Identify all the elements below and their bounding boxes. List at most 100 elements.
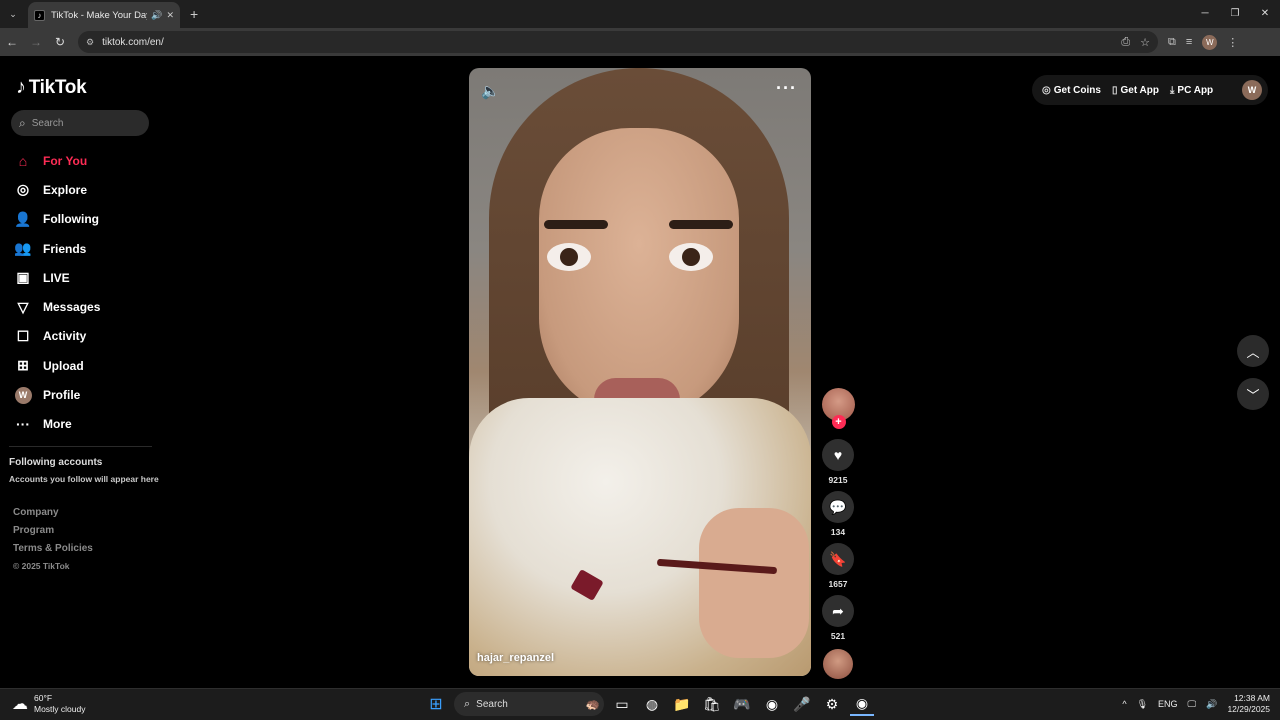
next-video-button[interactable]: ﹀ <box>1237 378 1269 410</box>
sidebar-divider <box>9 446 152 447</box>
windows-start-icon[interactable]: ⊞ <box>424 692 448 716</box>
back-icon[interactable]: ← <box>0 35 24 49</box>
search-icon: ⌕ <box>464 697 471 710</box>
music-disc-avatar[interactable] <box>823 649 853 679</box>
browser-tab[interactable]: ♪ TikTok - Make Your Day 🔊 ✕ <box>28 2 180 28</box>
video-author-name[interactable]: hajar_repanzel <box>477 652 554 664</box>
sidebar-item-following[interactable]: 👤 Following <box>14 205 154 234</box>
avatar[interactable]: W <box>1242 80 1262 100</box>
sidebar-item-more[interactable]: ··· More <box>14 410 154 439</box>
clock[interactable]: 12:38 AM 12/29/2025 <box>1227 693 1270 715</box>
sidebar-item-profile[interactable]: W Profile <box>14 380 154 409</box>
search-highlight-icon: 🦔 <box>585 697 600 711</box>
weather-widget[interactable]: ☁ 60°F Mostly cloudy <box>12 693 86 715</box>
kebab-menu-icon[interactable]: ⋮ <box>1227 36 1238 49</box>
pc-app-button[interactable]: ⤓ PC App <box>1170 85 1213 96</box>
like-button[interactable]: ♥ <box>822 439 854 471</box>
close-window-icon[interactable]: ✕ <box>1250 0 1280 28</box>
browser-profile-avatar[interactable]: W <box>1202 34 1218 50</box>
reload-icon[interactable]: ↻ <box>48 35 72 49</box>
discord-icon[interactable]: 🎮 <box>730 692 754 716</box>
site-info-icon[interactable]: ⚙ <box>86 37 94 48</box>
sidebar-item-for-you[interactable]: ⌂ For You <box>14 146 154 175</box>
upload-icon: ⊞ <box>17 357 29 374</box>
footer-link-program[interactable]: Program <box>13 525 93 543</box>
comment-count: 134 <box>830 527 846 537</box>
sidebar-item-live[interactable]: ▣ LIVE <box>14 263 154 292</box>
sidebar-item-label: Profile <box>43 388 81 403</box>
footer-link-terms[interactable]: Terms & Policies <box>13 543 93 561</box>
language-indicator[interactable]: ENG <box>1158 699 1178 709</box>
user-follow-icon: 👤 <box>14 210 32 227</box>
creator-avatar[interactable]: + <box>821 388 855 429</box>
star-icon[interactable]: ☆ <box>1140 36 1150 49</box>
extensions-icon[interactable]: ⧉ <box>1168 36 1176 49</box>
sidebar-item-activity[interactable]: ☐ Activity <box>14 322 154 351</box>
media-controls-icon[interactable]: ≡ <box>1186 36 1192 48</box>
share-button[interactable]: ➦ <box>822 595 854 627</box>
speaker-icon[interactable]: 🔊 <box>151 10 162 21</box>
previous-video-button[interactable]: ︿ <box>1237 335 1269 367</box>
volume-icon[interactable]: 🔊 <box>1206 699 1217 710</box>
sidebar-nav: ⌂ For You ◎ Explore 👤 Following 👥 Friend… <box>14 146 154 439</box>
friends-icon: 👥 <box>14 240 32 257</box>
live-icon: ▣ <box>16 269 30 286</box>
recorder-icon[interactable]: 🎤 <box>790 692 814 716</box>
sidebar-item-messages[interactable]: ▽ Messages <box>14 292 154 321</box>
store-icon[interactable]: 🛍 <box>700 692 724 716</box>
more-options-icon[interactable]: ··· <box>776 78 797 99</box>
tiktok-page: ♪ TikTok ⌕ ⌂ For You ◎ Explore 👤 Followi… <box>0 56 1280 688</box>
url-text: tiktok.com/en/ <box>102 36 164 48</box>
save-count: 1657 <box>828 579 848 589</box>
clock-date: 12/29/2025 <box>1227 704 1270 714</box>
sidebar-item-friends[interactable]: 👥 Friends <box>14 234 154 263</box>
app-icon[interactable]: ⚙ <box>820 692 844 716</box>
maximize-icon[interactable]: ❐ <box>1220 0 1250 28</box>
sidebar-item-label: Explore <box>43 182 88 197</box>
network-icon[interactable]: 🖵 <box>1188 699 1197 710</box>
footer-link-company[interactable]: Company <box>13 507 93 525</box>
video-player[interactable]: 🔈 ··· hajar_repanzel <box>469 68 811 676</box>
coin-icon: ◎ <box>1042 84 1051 96</box>
save-button[interactable]: 🔖 <box>822 543 854 575</box>
phone-icon: ▯ <box>1111 84 1118 96</box>
chevron-up-icon[interactable]: ^ <box>1122 699 1126 709</box>
install-app-icon[interactable]: ⎙ <box>1121 36 1130 49</box>
sidebar-item-upload[interactable]: ⊞ Upload <box>14 351 154 380</box>
tiktok-logo[interactable]: ♪ TikTok <box>16 76 87 99</box>
taskbar-apps: ⊞ ⌕ Search 🦔 ▭ ◍ 📁 🛍 🎮 ◉ 🎤 ⚙ ◉ <box>424 692 874 716</box>
edge-icon[interactable]: ◍ <box>640 692 664 716</box>
address-bar[interactable]: ⚙ tiktok.com/en/ ⎙ ☆ <box>78 31 1158 53</box>
system-tray: ^ 🎙 ENG 🖵 🔊 12:38 AM 12/29/2025 <box>1122 693 1270 715</box>
home-icon: ⌂ <box>18 152 28 169</box>
activity-icon: ☐ <box>16 327 30 344</box>
weather-temperature: 60°F <box>34 693 53 703</box>
sidebar-item-label: More <box>43 417 72 432</box>
chrome-icon[interactable]: ◉ <box>760 692 784 716</box>
logo-text: TikTok <box>28 76 87 98</box>
search-box[interactable]: ⌕ <box>11 110 149 136</box>
sidebar-item-explore[interactable]: ◎ Explore <box>14 175 154 204</box>
follow-plus-icon[interactable]: + <box>831 415 846 429</box>
microphone-icon[interactable]: 🎙 <box>1137 699 1148 710</box>
sidebar-footer: Company Program Terms & Policies © 2025 … <box>13 507 93 579</box>
search-input[interactable] <box>31 117 132 129</box>
task-view-icon[interactable]: ▭ <box>610 692 634 716</box>
window-controls: ─ ❐ ✕ <box>1190 0 1280 28</box>
file-explorer-icon[interactable]: 📁 <box>670 692 694 716</box>
taskbar-search[interactable]: ⌕ Search 🦔 <box>454 692 604 716</box>
close-icon[interactable]: ✕ <box>166 10 174 21</box>
plus-icon[interactable]: + <box>190 6 198 22</box>
forward-icon[interactable]: → <box>24 35 48 49</box>
like-count: 9215 <box>828 475 848 485</box>
get-coins-button[interactable]: ◎ Get Coins <box>1042 85 1101 96</box>
volume-icon[interactable]: 🔈 <box>481 82 500 100</box>
following-accounts-title: Following accounts <box>9 457 103 468</box>
sidebar-item-label: Messages <box>43 300 101 315</box>
tab-list-icon[interactable]: ⌄ <box>4 5 22 23</box>
comment-button[interactable]: 💬 <box>822 491 854 523</box>
chrome-profile-icon[interactable]: ◉ <box>850 692 874 716</box>
get-app-button[interactable]: ▯ Get App <box>1112 85 1159 96</box>
minimize-icon[interactable]: ─ <box>1190 0 1220 28</box>
clock-time: 12:38 AM <box>1234 693 1270 703</box>
